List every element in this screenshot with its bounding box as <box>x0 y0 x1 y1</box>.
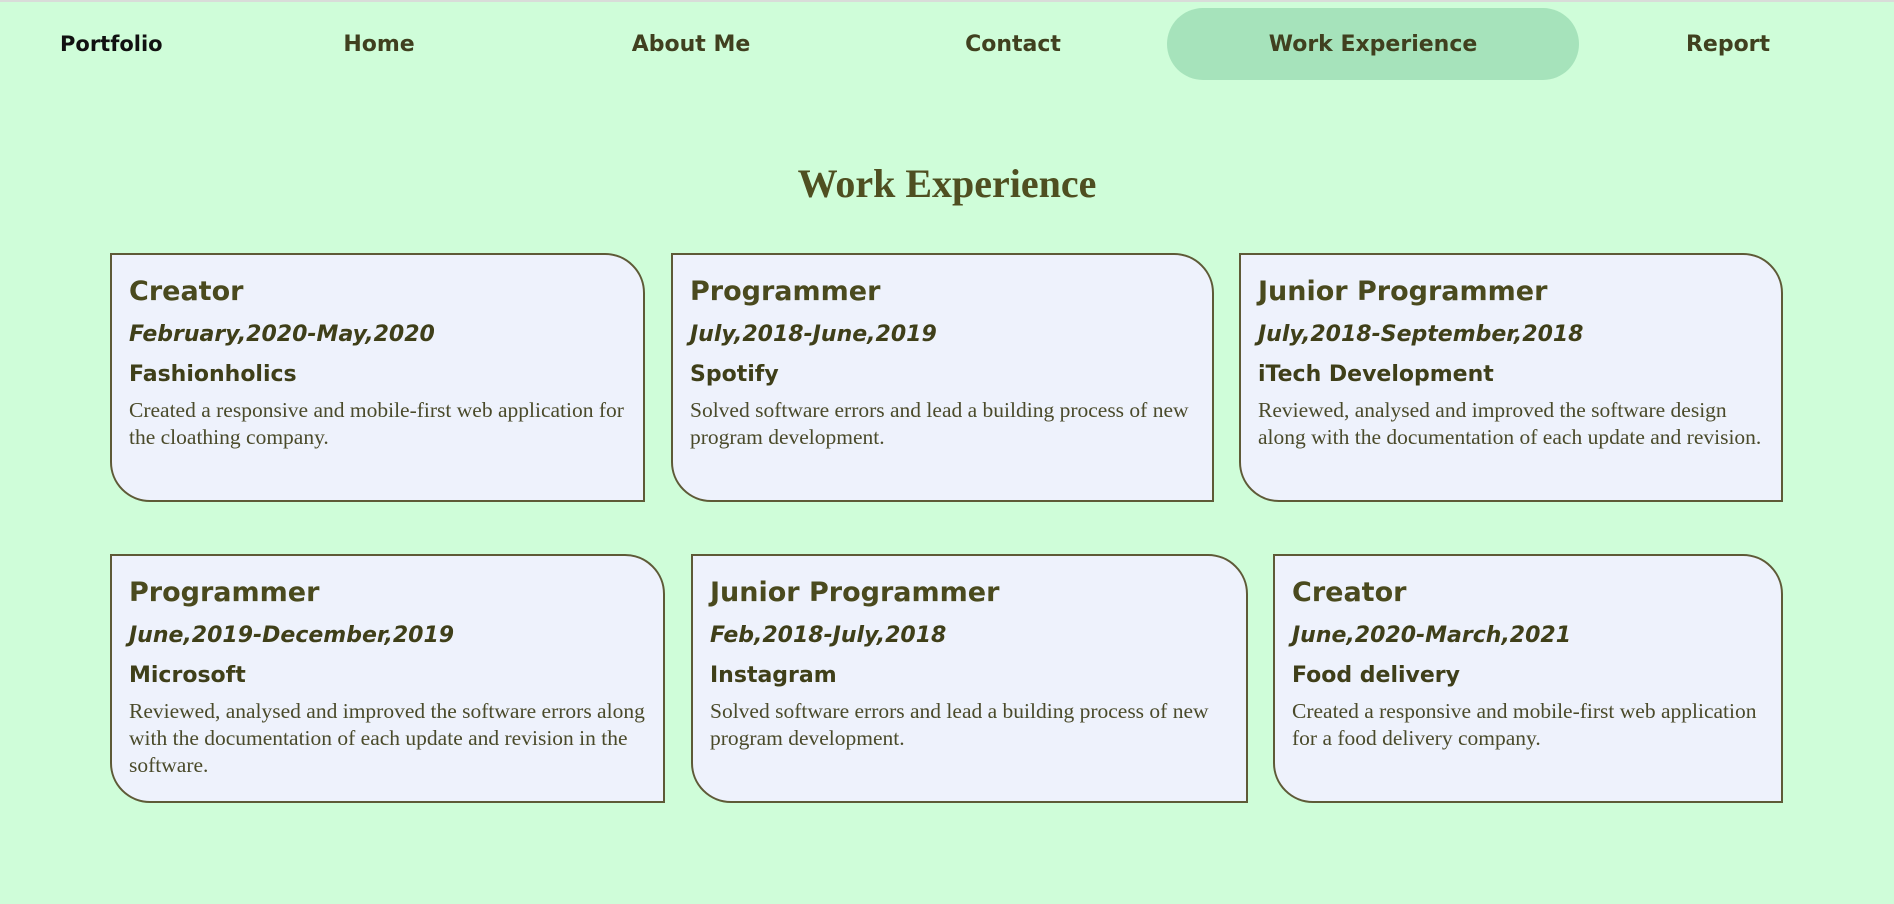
nav-home[interactable]: Home <box>309 8 449 80</box>
experience-card: Junior Programmer July,2018-September,20… <box>1239 253 1783 502</box>
card-company: Microsoft <box>129 663 246 688</box>
card-role: Junior Programmer <box>710 577 1000 608</box>
experience-card: Programmer July,2018-June,2019 Spotify S… <box>671 253 1214 502</box>
card-dates: July,2018-September,2018 <box>1258 322 1584 347</box>
card-role: Programmer <box>690 276 881 307</box>
card-dates: July,2018-June,2019 <box>690 322 937 347</box>
card-company: iTech Development <box>1258 362 1494 387</box>
card-description: Reviewed, analysed and improved the soft… <box>1258 398 1762 449</box>
nav-work-experience[interactable]: Work Experience <box>1167 8 1579 80</box>
nav-contact[interactable]: Contact <box>938 8 1088 80</box>
nav-about-me[interactable]: About Me <box>606 8 776 80</box>
experience-card: Creator June,2020-March,2021 Food delive… <box>1273 554 1783 803</box>
card-company: Food delivery <box>1292 663 1460 688</box>
card-company: Instagram <box>710 663 837 688</box>
card-description: Solved software errors and lead a buildi… <box>690 398 1189 449</box>
experience-card: Programmer June,2019-December,2019 Micro… <box>110 554 665 803</box>
card-company: Spotify <box>690 362 779 387</box>
card-company: Fashionholics <box>129 362 297 387</box>
card-role: Creator <box>1292 577 1407 608</box>
card-dates: June,2019-December,2019 <box>129 623 455 648</box>
top-border <box>0 0 1894 2</box>
card-dates: Feb,2018-July,2018 <box>710 623 947 648</box>
card-description: Solved software errors and lead a buildi… <box>710 699 1209 750</box>
card-description: Reviewed, analysed and improved the soft… <box>129 699 645 777</box>
nav-report[interactable]: Report <box>1658 8 1798 80</box>
card-role: Junior Programmer <box>1258 276 1548 307</box>
experience-card: Junior Programmer Feb,2018-July,2018 Ins… <box>691 554 1248 803</box>
card-role: Programmer <box>129 577 320 608</box>
card-role: Creator <box>129 276 244 307</box>
card-description: Created a responsive and mobile-first we… <box>1292 699 1757 750</box>
card-dates: February,2020-May,2020 <box>129 322 435 347</box>
brand-logo[interactable]: Portfolio <box>60 32 163 56</box>
page-title: Work Experience <box>797 161 1097 206</box>
experience-card: Creator February,2020-May,2020 Fashionho… <box>110 253 645 502</box>
card-dates: June,2020-March,2021 <box>1292 623 1572 648</box>
card-description: Created a responsive and mobile-first we… <box>129 398 624 449</box>
